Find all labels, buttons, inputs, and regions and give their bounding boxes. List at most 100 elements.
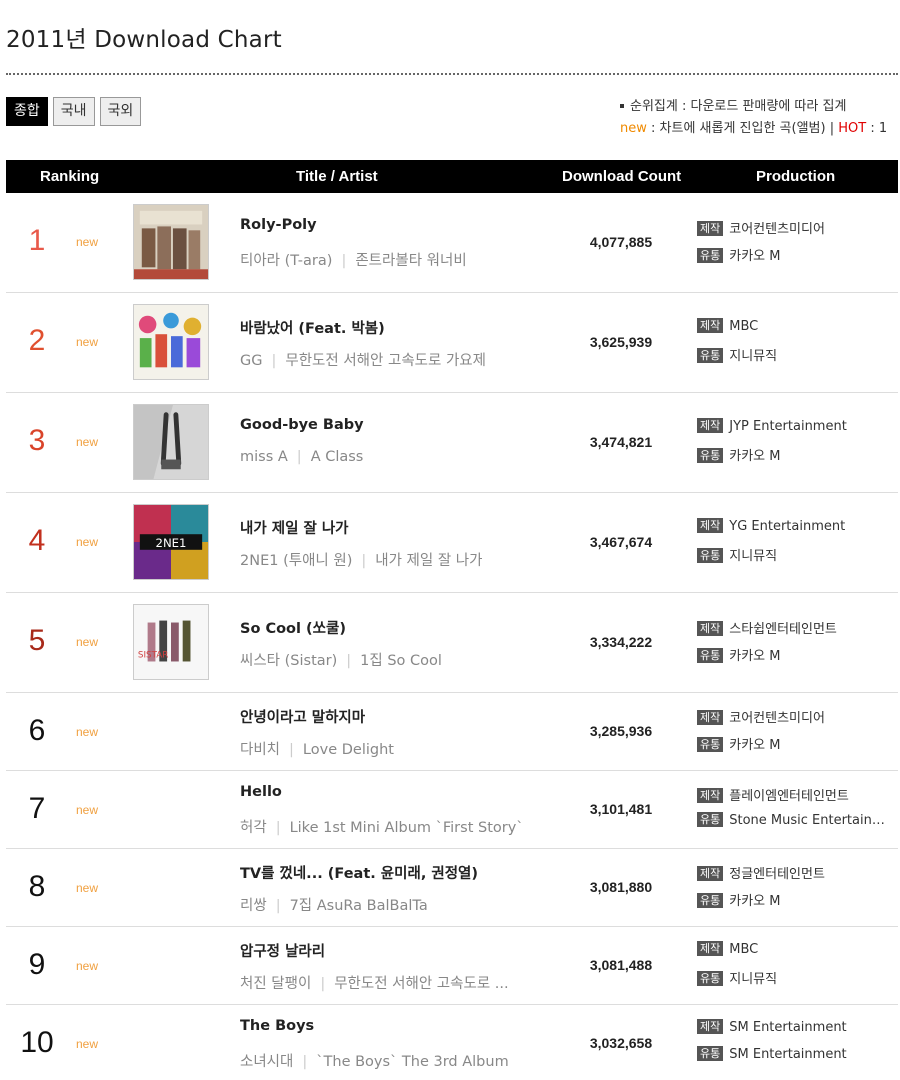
maker-badge: 제작 bbox=[697, 788, 724, 803]
album-link[interactable]: Like 1st Mini Album `First Story` bbox=[290, 820, 524, 836]
maker-badge: 제작 bbox=[697, 518, 724, 533]
chart-notes: 순위집계 : 다운로드 판매량에 따라 집계 new : 차트에 새롭게 진입한… bbox=[620, 96, 887, 140]
new-tag: new bbox=[76, 535, 99, 549]
artist-link[interactable]: 소녀시대 bbox=[240, 1054, 293, 1070]
download-count: 3,285,936 bbox=[589, 723, 653, 739]
artist-album-line: 씨스타 (Sistar) | 1집 So Cool bbox=[240, 649, 442, 670]
production-distributor: 유통 카카오 M bbox=[697, 890, 780, 909]
artist-album-line: GG | 무한도전 서해안 고속도로 가요제 bbox=[240, 349, 486, 370]
separator: | bbox=[361, 553, 367, 569]
song-title-link[interactable]: 내가 제일 잘 나가 bbox=[240, 517, 349, 538]
production-maker: 제작 코어컨텐츠미디어 bbox=[697, 707, 825, 726]
production-distributor: 유통 지니뮤직 bbox=[697, 345, 777, 364]
song-title-link[interactable]: Hello bbox=[240, 784, 282, 800]
production-distributor: 유통 카카오 M bbox=[697, 445, 780, 464]
download-count: 3,334,222 bbox=[589, 634, 653, 650]
artist-link[interactable]: 씨스타 (Sistar) bbox=[240, 653, 337, 669]
album-link[interactable]: 존트라볼타 워너비 bbox=[355, 253, 466, 269]
artist-link[interactable]: 2NE1 (투애니 원) bbox=[240, 553, 352, 569]
album-link[interactable]: 내가 제일 잘 나가 bbox=[375, 553, 482, 569]
artist-link[interactable]: miss A bbox=[240, 449, 288, 465]
album-art[interactable] bbox=[133, 404, 209, 480]
table-row[interactable]: 7 new Hello 허각 | Like 1st Mini Album `First S… bbox=[6, 771, 898, 849]
artist-link[interactable]: 다비치 bbox=[240, 742, 280, 758]
table-header: Ranking Title / Artist Download Count Pr… bbox=[6, 160, 898, 193]
album-link[interactable]: `The Boys` The 3rd Album bbox=[316, 1054, 508, 1070]
tab-overall[interactable]: 종합 bbox=[6, 97, 48, 126]
hot-legend-word: HOT bbox=[838, 121, 867, 136]
song-title-link[interactable]: 압구정 날라리 bbox=[240, 940, 325, 961]
header-ranking: Ranking bbox=[40, 168, 100, 185]
rank-number: 3 bbox=[28, 424, 46, 457]
rank-number: 8 bbox=[28, 870, 46, 903]
production-maker: 제작 MBC bbox=[697, 318, 758, 334]
song-title-link[interactable]: Roly-Poly bbox=[240, 217, 317, 233]
artist-album-line: 티아라 (T-ara) | 존트라볼타 워너비 bbox=[240, 249, 467, 270]
production-maker: 제작 스타쉽엔터테인먼트 bbox=[697, 618, 837, 637]
song-title-link[interactable]: TV를 껐네... (Feat. 윤미래, 권정열) bbox=[240, 862, 478, 883]
rank-number: 6 bbox=[28, 714, 46, 747]
production-distributor: 유통 Stone Music Entertainm… bbox=[697, 812, 897, 828]
album-art[interactable] bbox=[133, 204, 209, 280]
production-maker: 제작 정글엔터테인먼트 bbox=[697, 863, 825, 882]
album-link[interactable]: 7집 AsuRa BalBalTa bbox=[290, 898, 428, 914]
production-distributor: 유통 지니뮤직 bbox=[697, 545, 777, 564]
svg-text:2NE1: 2NE1 bbox=[156, 536, 187, 550]
artist-link[interactable]: 허각 bbox=[240, 820, 267, 836]
table-row[interactable]: 6 new 안녕이라고 말하지마 다비치 | Love Delight 3,285,936 제… bbox=[6, 693, 898, 771]
song-title-link[interactable]: So Cool (쏘쿨) bbox=[240, 617, 346, 638]
artist-link[interactable]: GG bbox=[240, 353, 262, 369]
album-link[interactable]: A Class bbox=[311, 449, 364, 465]
separator: | bbox=[275, 820, 281, 836]
new-tag: new bbox=[76, 881, 99, 895]
production-maker: 제작 YG Entertainment bbox=[697, 518, 845, 534]
album-art[interactable] bbox=[133, 304, 209, 380]
table-row[interactable]: 2 new 바람났어 (Feat. 박봄) GG | 무한도전 서해안 고속도로 가요제 3… bbox=[6, 293, 898, 393]
download-count: 3,467,674 bbox=[589, 534, 653, 550]
artist-album-line: 소녀시대 | `The Boys` The 3rd Album bbox=[240, 1050, 509, 1071]
artist-link[interactable]: 리쌍 bbox=[240, 898, 267, 914]
maker-badge: 제작 bbox=[697, 318, 724, 333]
rank-number: 4 bbox=[28, 524, 46, 557]
table-row[interactable]: 4 new 2NE1 내가 제일 잘 나가 2NE1 (투애니 원) | 내가 제일 잘 나… bbox=[6, 493, 898, 593]
header-title-artist: Title / Artist bbox=[296, 168, 378, 185]
table-row[interactable]: 8 new TV를 껐네... (Feat. 윤미래, 권정열) 리쌍 | 7집 AsuR… bbox=[6, 849, 898, 927]
song-title-link[interactable]: 바람났어 (Feat. 박봄) bbox=[240, 317, 385, 338]
distributor-badge: 유통 bbox=[697, 348, 724, 363]
note-legend: new : 차트에 새롭게 진입한 곡(앨범) | HOT : 1 bbox=[620, 121, 888, 136]
album-link[interactable]: 무한도전 서해안 고속도로 ... bbox=[334, 976, 508, 992]
new-tag: new bbox=[76, 435, 99, 449]
new-tag: new bbox=[76, 1037, 99, 1051]
tab-international[interactable]: 국외 bbox=[99, 97, 142, 126]
album-art[interactable]: SISTAR bbox=[133, 604, 209, 680]
album-link[interactable]: 1집 So Cool bbox=[360, 653, 442, 669]
distributor-badge: 유통 bbox=[697, 648, 724, 663]
artist-link[interactable]: 티아라 (T-ara) bbox=[240, 253, 332, 269]
maker-badge: 제작 bbox=[697, 621, 724, 636]
album-art[interactable]: 2NE1 bbox=[133, 504, 209, 580]
song-title-link[interactable]: The Boys bbox=[240, 1018, 314, 1034]
artist-link[interactable]: 처진 달팽이 bbox=[240, 976, 311, 992]
new-tag: new bbox=[76, 959, 99, 973]
separator: | bbox=[289, 742, 294, 758]
download-count: 3,032,658 bbox=[589, 1035, 653, 1051]
production-maker: 제작 SM Entertainment bbox=[697, 1019, 847, 1035]
table-row[interactable]: 10 new The Boys 소녀시대 | `The Boys` The 3rd Alb… bbox=[6, 1005, 898, 1080]
header-production: Production bbox=[756, 168, 836, 185]
artist-album-line: 2NE1 (투애니 원) | 내가 제일 잘 나가 bbox=[240, 549, 482, 570]
album-link[interactable]: Love Delight bbox=[303, 742, 394, 758]
table-row[interactable]: 5 new SISTAR So Cool (쏘쿨) 씨스타 (Sistar) | 1집 So… bbox=[6, 593, 898, 693]
artist-album-line: miss A | A Class bbox=[240, 449, 363, 465]
chart-table: 1 new Roly-Poly 티아라 (T-ara) | 존트라볼타 워너비 4,077,… bbox=[6, 193, 898, 1080]
table-row[interactable]: 1 new Roly-Poly 티아라 (T-ara) | 존트라볼타 워너비 4,077,… bbox=[6, 193, 898, 293]
table-row[interactable]: 3 new Good-bye Baby miss A | A Class 3,474,821… bbox=[6, 393, 898, 493]
album-link[interactable]: 무한도전 서해안 고속도로 가요제 bbox=[285, 353, 486, 369]
production-distributor: 유통 카카오 M bbox=[697, 645, 780, 664]
song-title-link[interactable]: Good-bye Baby bbox=[240, 417, 364, 433]
song-title-link[interactable]: 안녕이라고 말하지마 bbox=[240, 706, 365, 727]
production-maker: 제작 JYP Entertainment bbox=[697, 418, 847, 434]
separator: | bbox=[271, 353, 277, 369]
rank-number: 7 bbox=[28, 792, 46, 825]
table-row[interactable]: 9 new 압구정 날라리 처진 달팽이 | 무한도전 서해안 고속도로 ... 3,081… bbox=[6, 927, 898, 1005]
tab-domestic[interactable]: 국내 bbox=[52, 97, 95, 126]
